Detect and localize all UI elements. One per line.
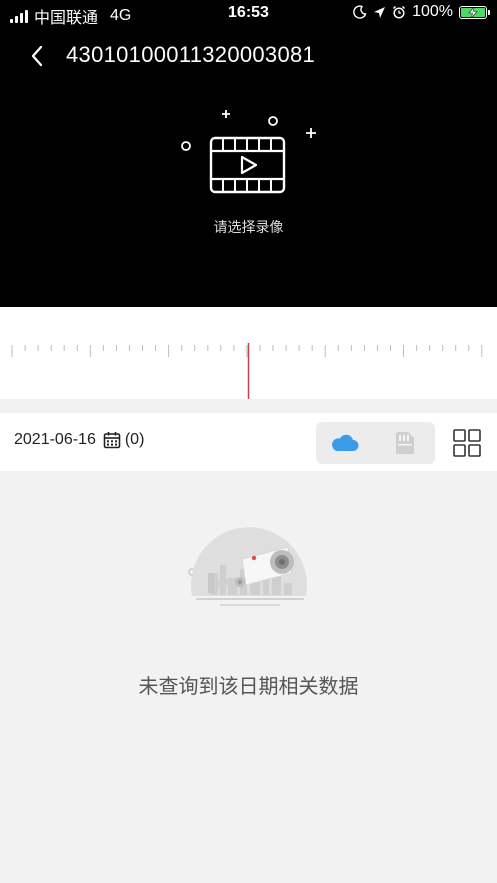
location-arrow-icon [374, 6, 386, 18]
section-divider [0, 399, 497, 413]
no-data-message: 未查询到该日期相关数据 [138, 676, 359, 698]
alarm-icon [393, 5, 406, 19]
status-bar: 中国联通 4G 16:53 100% [0, 0, 497, 30]
battery-tip [488, 9, 490, 15]
battery-icon [459, 5, 490, 19]
charging-bolt-icon [468, 6, 478, 18]
select-recording-hint: 请选择录像 [213, 219, 284, 235]
calendar-icon [103, 432, 121, 449]
recording-count: (0) [124, 431, 145, 448]
sd-card-icon [396, 432, 414, 454]
date-picker[interactable]: 2021-06-16 (0) [14, 431, 144, 449]
cloud-storage-button[interactable] [316, 422, 374, 464]
device-id-title: 43010100011320003081 [66, 42, 316, 67]
timeline-scrubber[interactable] [0, 307, 497, 399]
chevron-left-icon [31, 45, 43, 67]
grid-layout-icon[interactable] [452, 428, 482, 458]
sd-card-button[interactable] [376, 422, 434, 464]
playback-toolbar: 2021-06-16 (0) [0, 413, 497, 471]
battery-percent: 100% [412, 3, 453, 20]
selected-date: 2021-06-16 [14, 431, 96, 448]
back-button[interactable] [22, 40, 52, 72]
moon-icon [353, 5, 367, 19]
status-right: 100% [353, 3, 490, 21]
player-area: 中国联通 4G 16:53 100% 43010100011320003081 … [0, 0, 497, 307]
screen: 中国联通 4G 16:53 100% 43010100011320003081 … [0, 0, 497, 883]
camera-empty-illustration [188, 527, 307, 606]
timeline-ruler[interactable] [0, 307, 497, 399]
storage-source-switch [316, 422, 435, 464]
nav-bar: 43010100011320003081 [0, 36, 497, 76]
video-film-icon [181, 110, 316, 194]
empty-state: 未查询到该日期相关数据 [0, 471, 497, 883]
cloud-icon [332, 434, 359, 451]
